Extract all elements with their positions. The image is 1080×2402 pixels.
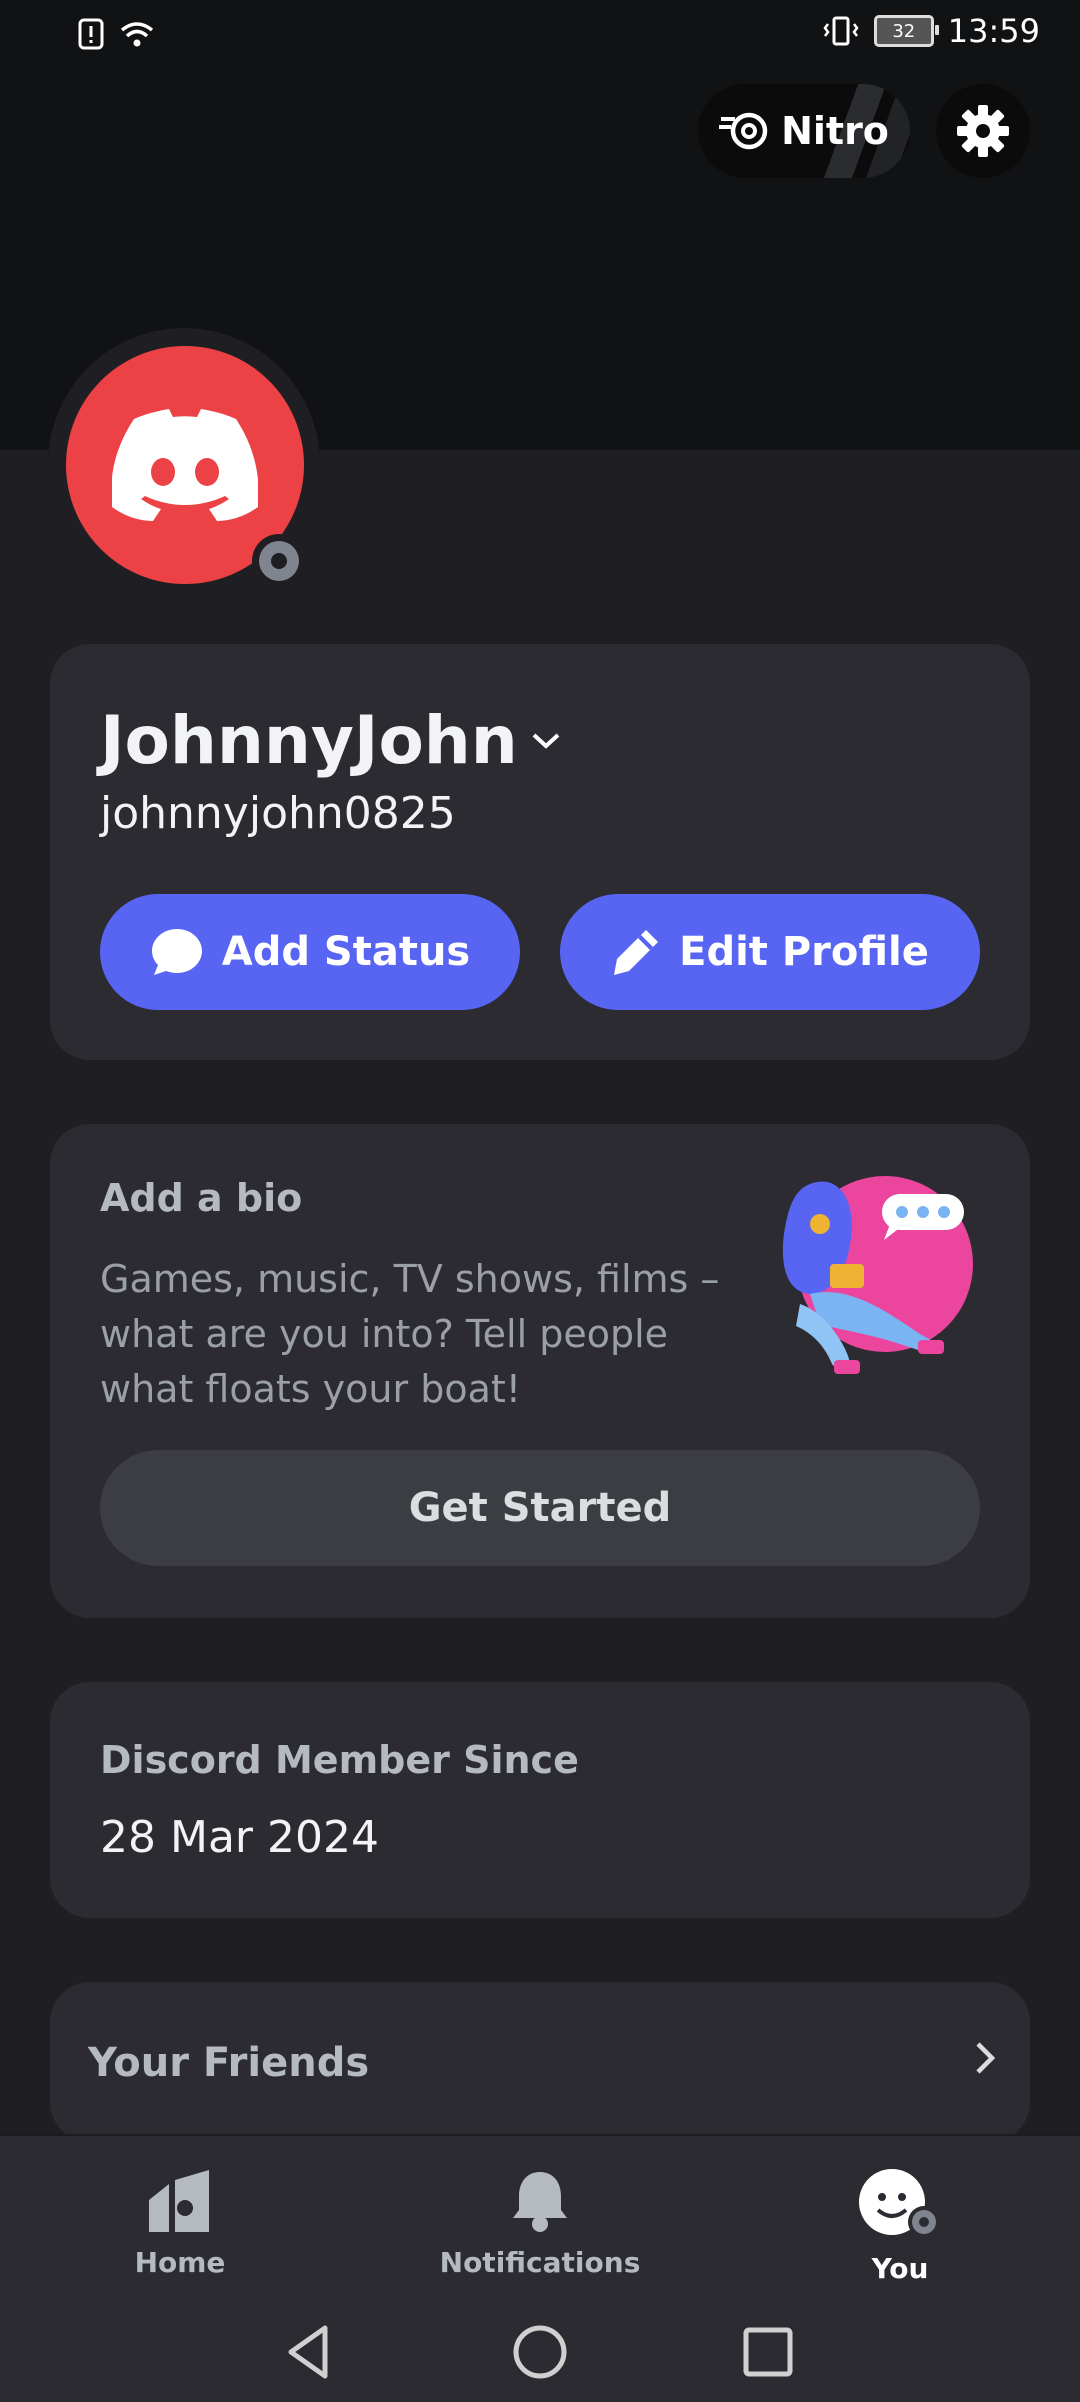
speech-bubble-icon (151, 929, 202, 975)
nitro-icon (719, 112, 768, 150)
discord-logo-icon (112, 409, 258, 521)
home-icon (149, 2170, 209, 2232)
bell-icon (513, 2172, 567, 2232)
nitro-label: Nitro (781, 109, 889, 153)
recents-square-icon (743, 2327, 793, 2377)
bio-illustration (782, 1176, 973, 1374)
profile-card: JohnnyJohn johnnyjohn0825 Add Status Edi… (50, 644, 1030, 1060)
add-status-button[interactable]: Add Status (100, 894, 520, 1010)
wifi-icon (120, 22, 154, 47)
member-since-date: 28 Mar 2024 (100, 1812, 379, 1863)
you-avatar-icon (859, 2169, 940, 2238)
username: johnnyjohn0825 (100, 788, 456, 839)
gear-icon (957, 105, 1009, 157)
display-name: JohnnyJohn (100, 702, 518, 779)
your-friends-row[interactable]: Your Friends (50, 1982, 1030, 2142)
bio-description: Games, music, TV shows, films – what are… (100, 1257, 720, 1411)
nitro-button[interactable]: Nitro (698, 84, 910, 178)
bottom-navigation: Home Notifications You (0, 2134, 1080, 2402)
bio-title: Add a bio (100, 1176, 303, 1220)
tab-you-label: You (871, 2252, 929, 2285)
add-status-label: Add Status (221, 929, 471, 975)
battery-indicator: 32 (873, 15, 939, 47)
status-bar: 32 13:59 (0, 0, 1080, 70)
back-triangle-icon (288, 2325, 328, 2379)
sim-alert-icon (78, 18, 104, 50)
member-since-title: Discord Member Since (100, 1738, 579, 1782)
pencil-icon (614, 930, 659, 975)
home-circle-icon (513, 2325, 567, 2379)
edit-profile-button[interactable]: Edit Profile (560, 894, 980, 1010)
display-name-selector[interactable]: JohnnyJohn (100, 702, 562, 779)
vibrate-icon (823, 16, 859, 46)
chevron-right-icon (976, 2042, 996, 2074)
back-button[interactable] (268, 2312, 348, 2392)
member-since-card: Discord Member Since 28 Mar 2024 (50, 1682, 1030, 1918)
presence-status-icon (252, 534, 306, 588)
system-navigation-bar (0, 2304, 1080, 2402)
bio-card: Add a bio Games, music, TV shows, films … (50, 1124, 1030, 1618)
clock: 13:59 (947, 12, 1040, 50)
recents-button[interactable] (728, 2312, 808, 2392)
get-started-button[interactable]: Get Started (100, 1450, 980, 1566)
chevron-down-icon (532, 733, 560, 749)
tab-notifications[interactable]: Notifications (430, 2166, 650, 2306)
tab-you[interactable]: You (790, 2166, 1010, 2306)
settings-button[interactable] (936, 84, 1030, 178)
home-system-button[interactable] (500, 2312, 580, 2392)
tab-home[interactable]: Home (70, 2166, 290, 2306)
tab-home-label: Home (134, 2246, 226, 2279)
edit-profile-label: Edit Profile (679, 929, 929, 975)
your-friends-label: Your Friends (88, 2040, 370, 2086)
tab-notifications-label: Notifications (439, 2246, 641, 2279)
